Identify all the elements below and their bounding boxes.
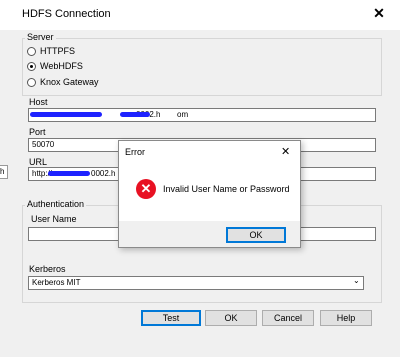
radio-webhdfs-label: WebHDFS <box>40 61 83 71</box>
radio-httpfs-label: HTTPFS <box>40 46 75 56</box>
radio-webhdfs[interactable] <box>27 62 36 71</box>
error-ok-button[interactable]: OK <box>226 227 286 243</box>
error-icon: ✕ <box>136 179 156 199</box>
redaction-mark <box>48 171 90 176</box>
radio-knox-gateway-label: Knox Gateway <box>40 77 99 87</box>
username-label: User Name <box>31 214 77 224</box>
help-button[interactable]: Help <box>320 310 372 326</box>
error-message: Invalid User Name or Password <box>163 184 290 194</box>
error-dialog-footer: OK <box>119 221 300 247</box>
url-value-end: 0002.h <box>91 169 116 178</box>
window-title: HDFS Connection <box>22 8 111 20</box>
ok-button[interactable]: OK <box>205 310 257 326</box>
radio-knox-gateway[interactable] <box>27 78 36 87</box>
url-label: URL <box>29 157 48 167</box>
cancel-button[interactable]: Cancel <box>262 310 314 326</box>
error-dialog: Error ✕ ✕ Invalid User Name or Password … <box>118 140 301 248</box>
close-icon[interactable]: ✕ <box>281 145 290 158</box>
radio-httpfs[interactable] <box>27 47 36 56</box>
error-dialog-title: Error <box>125 147 145 157</box>
host-value-end: om <box>177 110 189 119</box>
port-label: Port <box>29 127 46 137</box>
redaction-mark <box>120 112 150 117</box>
test-button[interactable]: Test <box>141 310 201 326</box>
chevron-down-icon[interactable]: ⌄ <box>353 276 360 285</box>
server-group-label: Server <box>25 32 56 42</box>
host-label: Host <box>29 97 48 107</box>
background-window-text: h <box>0 167 5 176</box>
redaction-mark <box>30 112 102 117</box>
close-icon[interactable]: ✕ <box>372 6 386 20</box>
background-window-field: h <box>0 165 8 179</box>
authentication-group-label: Authentication <box>25 199 87 209</box>
kerberos-label: Kerberos <box>29 264 66 274</box>
kerberos-select[interactable]: Kerberos MIT <box>28 276 364 290</box>
